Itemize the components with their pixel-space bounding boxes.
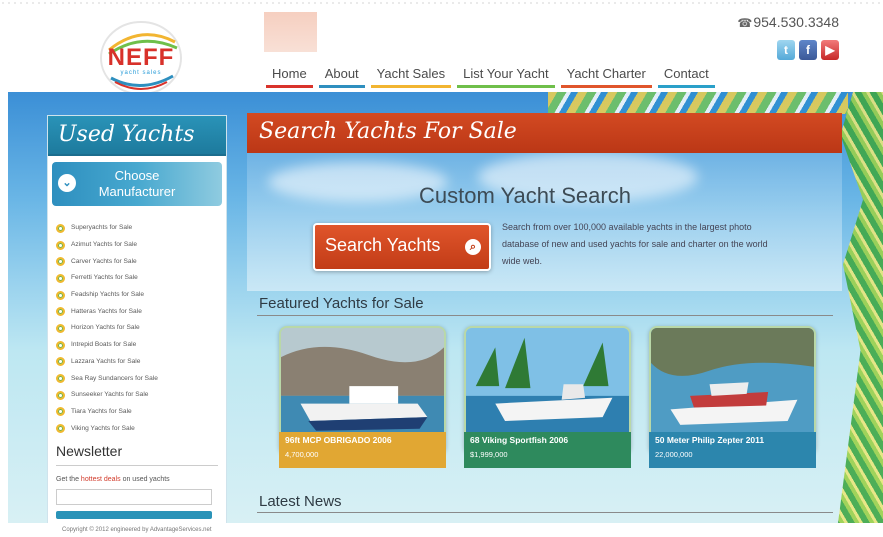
phone-icon: ☎: [737, 16, 753, 30]
sidebar-item-carver[interactable]: Carver Yachts for Sale: [56, 253, 226, 270]
site-footer: Copyright © 2012 engineered by Advantage…: [0, 523, 883, 537]
search-icon: ⌕: [465, 239, 481, 255]
yacht-price: 4,700,000: [285, 450, 319, 459]
sidebar-item-sea-ray[interactable]: Sea Ray Sundancers for Sale: [56, 370, 226, 387]
twitter-icon[interactable]: t: [777, 40, 795, 60]
nav-about[interactable]: About: [318, 64, 365, 88]
bullet-icon: [56, 223, 65, 233]
site-header: NEFF yacht sales ☎954.530.3348 t f ▶ Hom…: [0, 0, 883, 95]
neff-logo[interactable]: NEFF yacht sales: [95, 18, 187, 98]
nav-contact[interactable]: Contact: [657, 64, 715, 88]
sidebar-item-label: Intrepid Boats for Sale: [71, 341, 137, 349]
bullet-icon: [56, 240, 65, 250]
featured-yachts-title: Featured Yachts for Sale: [259, 295, 424, 312]
bullet-icon: [56, 323, 65, 333]
sidebar-item-label: Ferretti Yachts for Sale: [71, 274, 138, 282]
sidebar-item-ferretti[interactable]: Ferretti Yachts for Sale: [56, 270, 226, 287]
social-links: t f ▶: [777, 40, 839, 60]
sidebar-item-viking[interactable]: Viking Yachts for Sale: [56, 420, 226, 437]
featured-yacht-caption[interactable]: 50 Meter Philip Zepter 2011 22,000,000: [649, 432, 816, 468]
phone-number-text: 954.530.3348: [753, 14, 839, 30]
sidebar-item-label: Horizon Yachts for Sale: [71, 324, 140, 332]
top-dotted-strip: [0, 0, 883, 8]
newsletter-text-pre: Get the: [56, 475, 79, 483]
manufacturer-list: Superyachts for Sale Azimut Yachts for S…: [48, 220, 226, 437]
youtube-icon[interactable]: ▶: [821, 40, 839, 60]
search-yachts-button[interactable]: Search Yachts ⌕: [313, 223, 491, 271]
newsletter-text-post: on used yachts: [122, 475, 170, 483]
logo-text: NEFF: [107, 44, 175, 71]
facebook-icon[interactable]: f: [799, 40, 817, 60]
used-yachts-sidebar: Used Yachts ⌄ Choose Manufacturer Supery…: [47, 115, 227, 535]
search-yachts-label: Search Yachts: [325, 235, 441, 255]
newsletter-hot-deals: hottest deals: [80, 475, 121, 483]
yacht-name: 68 Viking Sportfish 2006: [470, 435, 569, 445]
sidebar-item-intrepid[interactable]: Intrepid Boats for Sale: [56, 337, 226, 354]
featured-yacht-caption[interactable]: 96ft MCP OBRIGADO 2006 4,700,000: [279, 432, 446, 468]
latest-news-title: Latest News: [259, 493, 342, 510]
bullet-icon: [56, 424, 65, 434]
sidebar-item-label: Feadship Yachts for Sale: [71, 291, 145, 299]
newsletter-email-field[interactable]: [56, 488, 212, 505]
bullet-icon: [56, 407, 65, 417]
sidebar-item-tiara[interactable]: Tiara Yachts for Sale: [56, 404, 226, 421]
yacht-price: $1,999,000: [470, 450, 508, 459]
sidebar-item-label: Hatteras Yachts for Sale: [71, 307, 142, 315]
search-panel: Search Yachts For Sale Custom Yacht Sear…: [247, 113, 842, 537]
custom-search-heading: Custom Yacht Search: [419, 183, 631, 208]
header-decor-block: [264, 12, 317, 52]
yacht-name: 50 Meter Philip Zepter 2011: [655, 435, 765, 445]
choose-manufacturer-label: Choose Manufacturer: [98, 168, 176, 199]
sidebar-item-feadship[interactable]: Feadship Yachts for Sale: [56, 287, 226, 304]
sidebar-item-azimut[interactable]: Azimut Yachts for Sale: [56, 237, 226, 254]
nav-yacht-charter[interactable]: Yacht Charter: [560, 64, 652, 88]
bullet-icon: [56, 340, 65, 350]
sidebar-title: Used Yachts: [48, 116, 226, 156]
featured-yacht-caption[interactable]: 68 Viking Sportfish 2006 $1,999,000: [464, 432, 631, 468]
sidebar-item-label: Viking Yachts for Sale: [71, 424, 135, 432]
section-divider: [257, 512, 833, 513]
sidebar-item-horizon[interactable]: Horizon Yachts for Sale: [56, 320, 226, 337]
nav-list-your-yacht[interactable]: List Your Yacht: [457, 64, 555, 88]
decor-stripes: [548, 92, 848, 114]
newsletter-submit-button[interactable]: [56, 510, 212, 519]
logo-subtext: yacht sales: [120, 70, 162, 76]
sidebar-item-superyachts[interactable]: Superyachts for Sale: [56, 220, 226, 237]
sidebar-item-label: Superyachts for Sale: [71, 224, 133, 232]
yacht-price: 22,000,000: [655, 450, 693, 459]
bullet-icon: [56, 374, 65, 384]
sidebar-item-label: Lazzara Yachts for Sale: [71, 357, 141, 365]
sidebar-item-label: Sea Ray Sundancers for Sale: [71, 374, 158, 382]
bullet-icon: [56, 257, 65, 267]
sidebar-item-sunseeker[interactable]: Sunseeker Yachts for Sale: [56, 387, 226, 404]
sidebar-item-lazzara[interactable]: Lazzara Yachts for Sale: [56, 354, 226, 371]
section-divider: [257, 315, 833, 316]
bullet-icon: [56, 390, 65, 400]
sidebar-item-hatteras[interactable]: Hatteras Yachts for Sale: [56, 303, 226, 320]
nav-home[interactable]: Home: [266, 64, 313, 88]
chevron-down-icon: ⌄: [58, 174, 76, 192]
search-description: Search from over 100,000 available yacht…: [502, 222, 768, 266]
nav-yacht-sales[interactable]: Yacht Sales: [370, 64, 452, 88]
bullet-icon: [56, 273, 65, 283]
bullet-icon: [56, 307, 65, 317]
main-navigation: Home About Yacht Sales List Your Yacht Y…: [266, 64, 721, 88]
phone-number[interactable]: ☎954.530.3348: [737, 14, 839, 30]
search-banner-title: Search Yachts For Sale: [247, 113, 842, 153]
choose-manufacturer-button[interactable]: ⌄ Choose Manufacturer: [52, 162, 222, 206]
sidebar-item-label: Tiara Yachts for Sale: [71, 407, 132, 415]
newsletter-title: Newsletter: [56, 443, 218, 466]
sidebar-item-label: Sunseeker Yachts for Sale: [71, 391, 149, 399]
copyright-text: Copyright © 2012 engineered by Advantage…: [62, 527, 212, 533]
yacht-name: 96ft MCP OBRIGADO 2006: [285, 435, 392, 445]
newsletter-text: Get the hottest deals on used yachts: [56, 476, 218, 483]
bullet-icon: [56, 290, 65, 300]
sidebar-item-label: Carver Yachts for Sale: [71, 257, 137, 265]
sidebar-item-label: Azimut Yachts for Sale: [71, 241, 138, 249]
bullet-icon: [56, 357, 65, 367]
